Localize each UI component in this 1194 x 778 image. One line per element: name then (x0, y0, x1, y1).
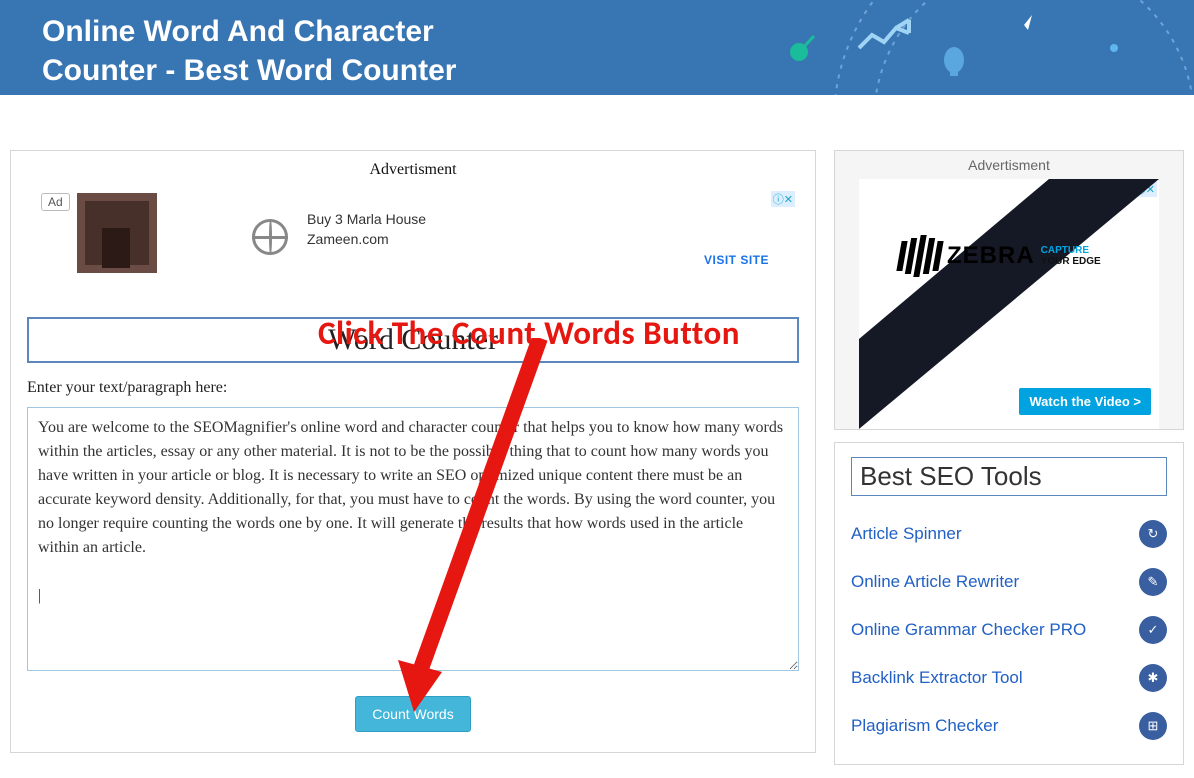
main-column: Advertisment Ad Buy 3 Marla House Zameen… (10, 150, 816, 753)
tool-link-label: Backlink Extractor Tool (851, 668, 1023, 688)
main-ad-banner[interactable]: Ad Buy 3 Marla House Zameen.com VISIT SI… (27, 185, 799, 295)
grammar-icon: ✓ (1139, 616, 1167, 644)
ad-badge: Ad (41, 193, 70, 211)
ad-headline: Buy 3 Marla House (307, 211, 426, 227)
tool-link-label: Online Grammar Checker PRO (851, 620, 1086, 640)
sidebar-ad-container: Advertisment ⓘ✕ ZEBRA (834, 150, 1184, 430)
ad-visit-link[interactable]: VISIT SITE (704, 253, 769, 267)
sidebar-column: Advertisment ⓘ✕ ZEBRA (834, 150, 1184, 765)
seo-tools-title: Best SEO Tools (851, 457, 1167, 496)
page-title: Online Word And Character Counter - Best… (42, 12, 542, 90)
page-header: Online Word And Character Counter - Best… (0, 0, 1194, 95)
ad-label: Advertisment (27, 161, 799, 179)
textarea-label: Enter your text/paragraph here: (27, 379, 799, 397)
plagiarism-icon: ⊞ (1139, 712, 1167, 740)
watch-video-button[interactable]: Watch the Video > (1019, 388, 1151, 415)
ad-source: Zameen.com (307, 231, 389, 247)
ad-thumbnail (77, 193, 157, 273)
globe-icon (252, 219, 288, 255)
sidebar-ad-label: Advertisment (835, 157, 1183, 173)
zebra-stripes-icon (899, 235, 941, 277)
tool-link-label: Online Article Rewriter (851, 572, 1019, 592)
zebra-logo: ZEBRA CAPTURE YOUR EDGE (899, 235, 1101, 277)
spinner-icon: ↻ (1139, 520, 1167, 548)
seo-tools-panel: Best SEO Tools Article Spinner ↻ Online … (834, 442, 1184, 765)
text-input[interactable] (27, 407, 799, 671)
tool-link-article-rewriter[interactable]: Online Article Rewriter ✎ (851, 558, 1167, 606)
tool-link-grammar-checker[interactable]: Online Grammar Checker PRO ✓ (851, 606, 1167, 654)
tool-link-backlink-extractor[interactable]: Backlink Extractor Tool ✱ (851, 654, 1167, 702)
tool-link-label: Plagiarism Checker (851, 716, 998, 736)
tool-title: Word Counter (27, 317, 799, 363)
sidebar-ad-banner[interactable]: ⓘ✕ ZEBRA CAPTURE (859, 179, 1159, 429)
tool-link-article-spinner[interactable]: Article Spinner ↻ (851, 510, 1167, 558)
header-decoration (714, 0, 1194, 95)
rewriter-icon: ✎ (1139, 568, 1167, 596)
zebra-brand-text: ZEBRA (947, 242, 1035, 270)
backlink-icon: ✱ (1139, 664, 1167, 692)
tool-link-plagiarism-checker[interactable]: Plagiarism Checker ⊞ (851, 702, 1167, 750)
zebra-tagline: CAPTURE YOUR EDGE (1041, 245, 1101, 267)
count-words-button[interactable]: Count Words (355, 696, 470, 732)
tool-link-label: Article Spinner (851, 524, 962, 544)
ad-info-close-icon[interactable]: ⓘ✕ (771, 191, 795, 207)
